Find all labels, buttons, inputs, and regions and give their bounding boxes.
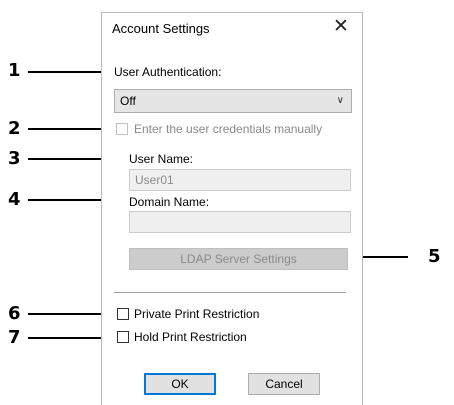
user-name-label: User Name:: [129, 152, 194, 166]
enter-credentials-label: Enter the user credentials manually: [134, 122, 323, 136]
callout-7: 7: [8, 327, 21, 348]
ok-button[interactable]: OK: [144, 373, 216, 395]
close-icon[interactable]: ✕: [330, 16, 352, 38]
private-print-restriction-label: Private Print Restriction: [134, 307, 260, 321]
private-print-restriction-checkbox[interactable]: [117, 308, 129, 320]
user-authentication-value: Off: [120, 94, 136, 108]
hold-print-restriction-label: Hold Print Restriction: [134, 330, 247, 344]
callout-1: 1: [8, 60, 21, 81]
callout-6: 6: [8, 303, 21, 324]
domain-name-label: Domain Name:: [129, 195, 210, 209]
domain-name-field[interactable]: [129, 211, 351, 233]
separator: [114, 292, 346, 293]
ldap-server-settings-button[interactable]: LDAP Server Settings: [129, 248, 348, 270]
user-authentication-select[interactable]: Off ∨: [114, 89, 352, 113]
user-name-field[interactable]: User01: [129, 169, 351, 191]
account-settings-dialog: Account Settings ✕ User Authentication: …: [101, 12, 363, 405]
callout-4: 4: [8, 189, 21, 210]
dialog-title: Account Settings: [112, 21, 210, 36]
hold-print-restriction-checkbox[interactable]: [117, 331, 129, 343]
callout-5: 5: [428, 246, 441, 267]
enter-credentials-checkbox[interactable]: [116, 123, 128, 135]
callout-2: 2: [8, 118, 21, 139]
callout-3: 3: [8, 148, 21, 169]
user-authentication-label: User Authentication:: [114, 65, 222, 79]
cancel-button[interactable]: Cancel: [248, 373, 320, 395]
chevron-down-icon: ∨: [336, 95, 344, 106]
